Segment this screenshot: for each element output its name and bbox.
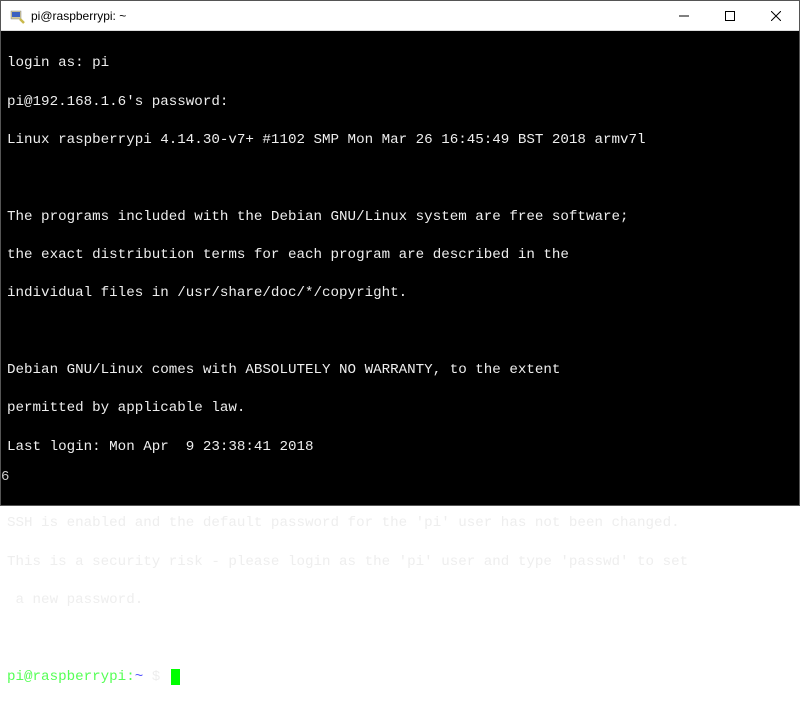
line-login-as: login as: pi [7,54,793,73]
line-ssh3: a new password. [7,591,793,610]
line-kernel: Linux raspberrypi 4.14.30-v7+ #1102 SMP … [7,131,793,150]
cursor-block [171,669,180,685]
blank-line [7,323,793,342]
line-warranty2: permitted by applicable law. [7,399,793,418]
window-title: pi@raspberrypi: ~ [31,9,661,23]
prompt-user-host: pi@raspberrypi [7,669,126,685]
close-button[interactable] [753,1,799,30]
blank-line [7,476,793,495]
putty-icon [9,8,25,24]
prompt-line: pi@raspberrypi:~ $ [7,668,793,687]
maximize-button[interactable] [707,1,753,30]
line-motd2: the exact distribution terms for each pr… [7,246,793,265]
terminal-area[interactable]: login as: pi pi@192.168.1.6's password: … [1,31,799,505]
scroll-indicator: 6 [1,468,9,487]
line-warranty1: Debian GNU/Linux comes with ABSOLUTELY N… [7,361,793,380]
prompt-cwd: ~ [135,669,144,685]
line-motd3: individual files in /usr/share/doc/*/cop… [7,284,793,303]
line-motd1: The programs included with the Debian GN… [7,208,793,227]
prompt-dollar: $ [143,669,169,685]
blank-line [7,629,793,648]
minimize-button[interactable] [661,1,707,30]
line-last-login: Last login: Mon Apr 9 23:38:41 2018 [7,438,793,457]
line-ssh2: This is a security risk - please login a… [7,553,793,572]
titlebar[interactable]: pi@raspberrypi: ~ [1,1,799,31]
line-password-prompt: pi@192.168.1.6's password: [7,93,793,112]
window-controls [661,1,799,30]
line-ssh1: SSH is enabled and the default password … [7,514,793,533]
prompt-separator: : [126,669,135,685]
blank-line [7,169,793,188]
